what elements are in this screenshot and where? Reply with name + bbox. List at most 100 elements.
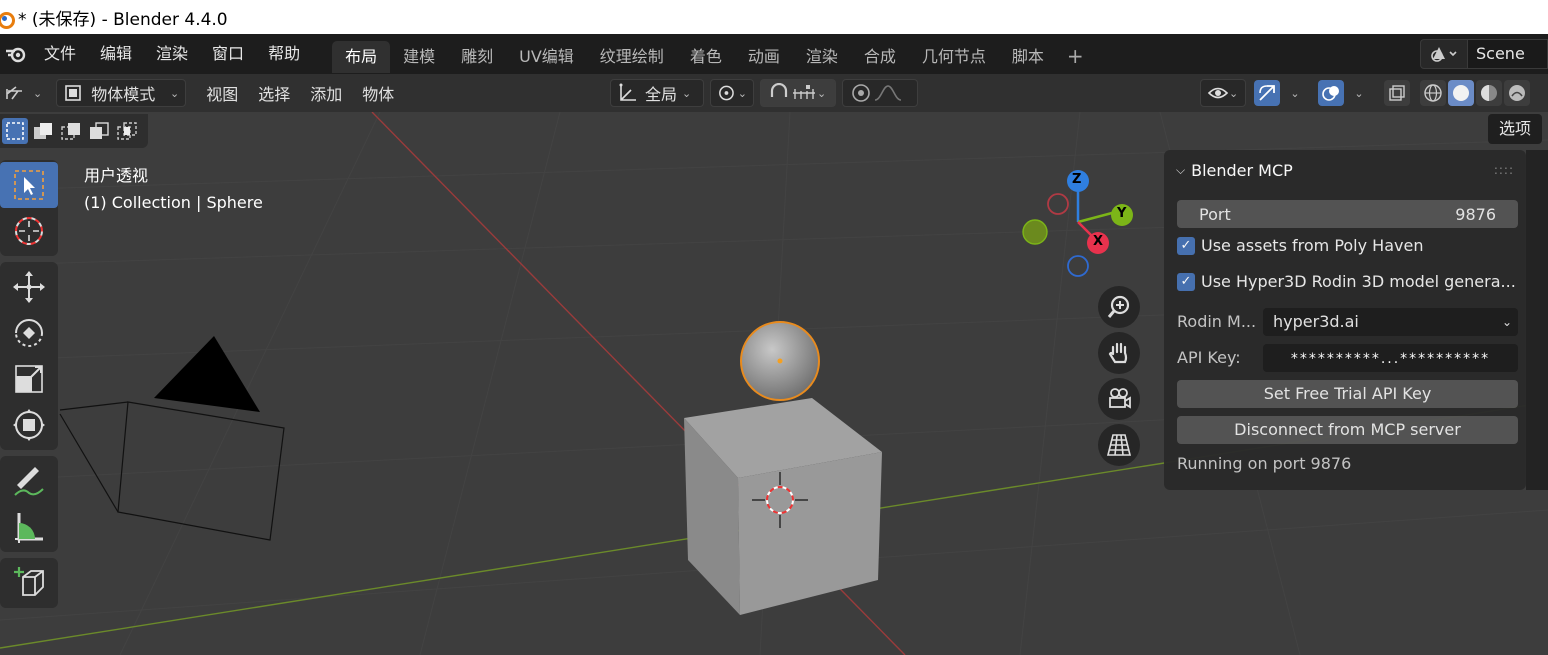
tab-sculpting[interactable]: 雕刻: [448, 41, 506, 73]
tab-layout[interactable]: 布局: [332, 41, 391, 73]
shading-material-button[interactable]: [1476, 80, 1502, 106]
mode-dropdown[interactable]: 物体模式 ⌄: [56, 79, 187, 107]
menu-help[interactable]: 帮助: [256, 34, 312, 74]
scene-name-field[interactable]: Scene: [1468, 39, 1548, 69]
tool-move[interactable]: [0, 264, 58, 310]
overlay-dropdown[interactable]: ⌄: [1346, 80, 1372, 106]
rodin-mode-label: Rodin M...: [1177, 312, 1257, 331]
select-intersect-button[interactable]: [114, 118, 140, 144]
tool-add-cube[interactable]: [0, 560, 58, 606]
tool-select-box[interactable]: [0, 162, 58, 208]
camera-object: [59, 336, 285, 541]
transform-orientation-dropdown[interactable]: 全局 ⌄: [610, 79, 704, 107]
tool-transform[interactable]: [0, 402, 58, 448]
tab-scripting[interactable]: 脚本: [999, 41, 1057, 73]
select-invert-button[interactable]: [86, 118, 112, 144]
tool-measure[interactable]: [0, 504, 58, 550]
rodin-mode-dropdown[interactable]: hyper3d.ai ⌄: [1263, 308, 1518, 336]
gizmo-z-label[interactable]: Z: [1072, 172, 1081, 187]
select-new-button[interactable]: [2, 118, 28, 144]
trial-key-row: Set Free Trial API Key: [1177, 380, 1518, 408]
visibility-dropdown[interactable]: ⌄: [1200, 79, 1246, 107]
overlay-toggle-button[interactable]: [1318, 80, 1344, 106]
shading-solid-button[interactable]: [1448, 80, 1474, 106]
pivot-point-icon: [719, 85, 734, 101]
port-field[interactable]: Port 9876: [1177, 200, 1518, 228]
hyper3d-checkbox[interactable]: ✓: [1177, 272, 1195, 291]
status-row: Running on port 9876: [1177, 454, 1518, 482]
tab-rendering[interactable]: 渲染: [793, 41, 851, 73]
window-title: * (未保存) - Blender 4.4.0: [18, 9, 228, 30]
view-name: 用户透视: [84, 166, 149, 185]
snap-increment-icon: [793, 85, 815, 99]
disconnect-mcp-button[interactable]: Disconnect from MCP server: [1177, 416, 1518, 444]
drag-handle-icon[interactable]: ::::: [1494, 163, 1514, 177]
polyhaven-checkbox-row[interactable]: ✓ Use assets from Poly Haven: [1177, 236, 1518, 264]
shading-wireframe-button[interactable]: [1420, 80, 1446, 106]
tab-shading[interactable]: 着色: [677, 41, 735, 73]
transform-tool-icon: [13, 409, 45, 441]
select-extend-button[interactable]: [30, 118, 56, 144]
hyper3d-checkbox-row[interactable]: ✓ Use Hyper3D Rodin 3D model genera...: [1177, 272, 1518, 300]
add-workspace-button[interactable]: +: [1057, 44, 1094, 68]
camera-view-button[interactable]: [1098, 378, 1140, 420]
zoom-button[interactable]: [1098, 286, 1140, 328]
api-key-input[interactable]: **********...**********: [1263, 344, 1518, 372]
scene-icon[interactable]: [1420, 39, 1468, 69]
menu-object[interactable]: 物体: [352, 81, 404, 105]
polyhaven-checkbox[interactable]: ✓: [1177, 236, 1195, 255]
menu-file[interactable]: 文件: [32, 34, 88, 74]
proportional-editing-toggle[interactable]: [842, 79, 918, 107]
gizmo-toggle-button[interactable]: [1254, 80, 1280, 106]
select-mode-bar: [0, 114, 148, 148]
tool-cursor[interactable]: [0, 208, 58, 254]
xray-toggle-button[interactable]: [1384, 80, 1410, 106]
pivot-point-dropdown[interactable]: ⌄: [710, 79, 754, 107]
collection-info: (1) Collection | Sphere: [84, 193, 263, 212]
menu-window[interactable]: 窗口: [200, 34, 256, 74]
set-free-trial-api-key-button[interactable]: Set Free Trial API Key: [1177, 380, 1518, 408]
scene-selector: Scene: [1420, 39, 1548, 69]
menu-render[interactable]: 渲染: [144, 34, 200, 74]
tab-animation[interactable]: 动画: [735, 41, 793, 73]
tool-scale[interactable]: [0, 356, 58, 402]
menu-select[interactable]: 选择: [248, 81, 300, 105]
add-cube-tool-icon: [14, 567, 44, 596]
grid-perspective-icon: [1106, 434, 1132, 456]
solid-sphere-icon: [1453, 85, 1469, 101]
gizmo-dropdown[interactable]: ⌄: [1282, 80, 1308, 106]
sphere-object: [740, 321, 820, 401]
menu-view[interactable]: 视图: [196, 81, 248, 105]
overlay-icon: [1322, 86, 1339, 101]
select-invert-icon: [90, 122, 109, 139]
gizmo-y-label[interactable]: Y: [1117, 206, 1126, 221]
snap-toggle[interactable]: ⌄: [760, 79, 836, 107]
tab-modeling[interactable]: 建模: [390, 41, 448, 73]
sidebar-tab-strip[interactable]: [1526, 150, 1548, 490]
hand-icon: [1108, 342, 1128, 364]
options-button[interactable]: 选项: [1488, 114, 1542, 144]
menu-edit[interactable]: 编辑: [88, 34, 144, 74]
tab-geometry-nodes[interactable]: 几何节点: [909, 41, 999, 73]
pan-button[interactable]: [1098, 332, 1140, 374]
blender-menu-icon[interactable]: [0, 34, 32, 74]
tab-uv-editing[interactable]: UV编辑: [506, 41, 587, 73]
camera-icon: [1109, 388, 1131, 409]
select-subtract-button[interactable]: [58, 118, 84, 144]
shading-rendered-button[interactable]: [1504, 80, 1530, 106]
top-menubar: 文件 编辑 渲染 窗口 帮助 布局 建模 雕刻 UV编辑 纹理绘制 着色 动画 …: [0, 34, 1548, 74]
editor-type-button[interactable]: ⌄: [4, 79, 42, 107]
tab-compositing[interactable]: 合成: [851, 41, 909, 73]
gizmo-x-label[interactable]: X: [1093, 234, 1103, 249]
panel-header[interactable]: ⌵ Blender MCP ::::: [1164, 150, 1526, 190]
perspective-toggle-button[interactable]: [1098, 424, 1140, 466]
editor-type-icon: [6, 86, 22, 100]
tab-texture-paint[interactable]: 纹理绘制: [587, 41, 677, 73]
select-intersect-icon: [117, 122, 137, 140]
api-key-row: API Key: **********...**********: [1177, 344, 1518, 372]
tool-rotate[interactable]: [0, 310, 58, 356]
tool-annotate[interactable]: [0, 458, 58, 504]
hyper3d-label: Use Hyper3D Rodin 3D model genera...: [1201, 272, 1516, 291]
menu-add[interactable]: 添加: [300, 81, 352, 105]
panel-title: Blender MCP: [1191, 160, 1293, 180]
